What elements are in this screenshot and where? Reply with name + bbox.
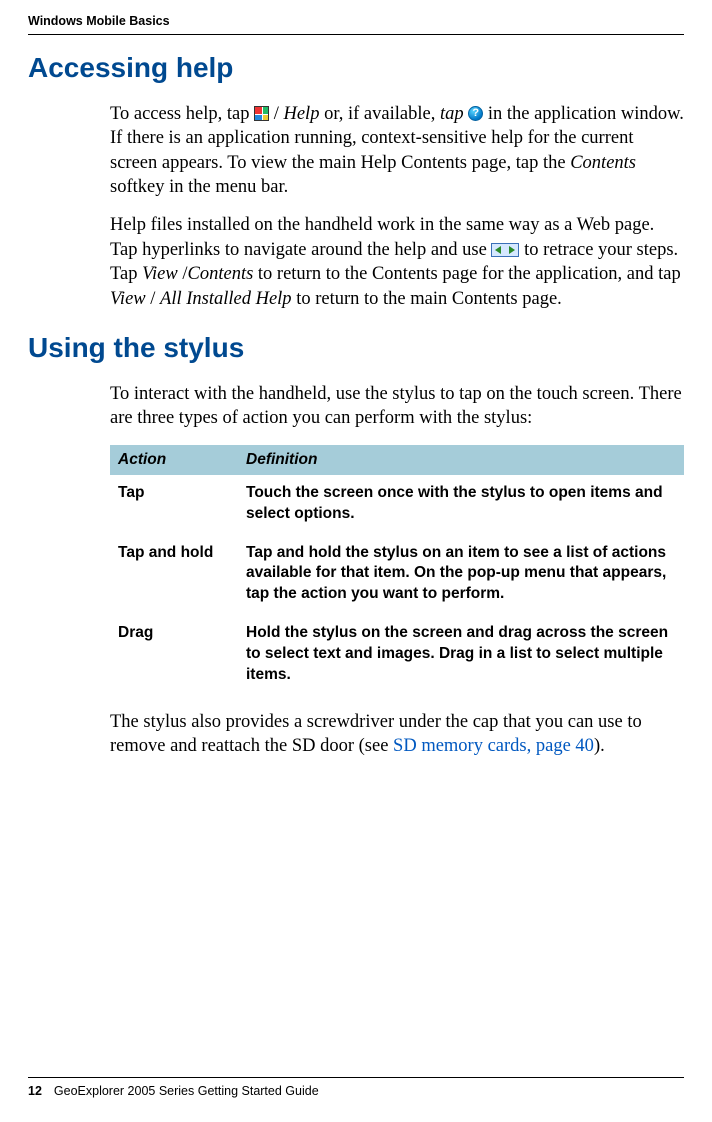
footer-line: 12 GeoExplorer 2005 Series Getting Starte… xyxy=(28,1084,684,1098)
col-header-definition: Definition xyxy=(238,445,684,475)
text-italic: View xyxy=(142,264,178,284)
page-footer: 12 GeoExplorer 2005 Series Getting Starte… xyxy=(28,1077,684,1098)
text: ). xyxy=(594,736,605,756)
cell-action: Drag xyxy=(110,615,238,696)
cell-definition: Tap and hold the stylus on an item to se… xyxy=(238,535,684,616)
text: or, if available, xyxy=(319,104,440,124)
link-sd-memory-cards[interactable]: SD memory cards, page 40 xyxy=(393,736,594,756)
text: To access help, tap xyxy=(110,104,254,124)
section-accessing-help-body: To access help, tap / Help or, if availa… xyxy=(110,102,684,311)
top-rule xyxy=(28,34,684,35)
para-2: Help files installed on the handheld wor… xyxy=(110,213,684,311)
table-row: Tap Touch the screen once with the stylu… xyxy=(110,475,684,535)
page: Windows Mobile Basics Accessing help To … xyxy=(0,0,712,1122)
section-using-stylus-body: To interact with the handheld, use the s… xyxy=(110,382,684,759)
text-italic: Contents xyxy=(570,153,636,173)
text-italic: tap xyxy=(440,104,464,124)
running-head: Windows Mobile Basics xyxy=(28,14,684,28)
footer-title: GeoExplorer 2005 Series Getting Started … xyxy=(54,1084,319,1098)
text: to return to the main Contents page. xyxy=(292,289,562,309)
para-3: To interact with the handheld, use the s… xyxy=(110,382,684,431)
text-italic: Contents xyxy=(188,264,254,284)
text: / xyxy=(146,289,160,309)
help-icon xyxy=(468,106,483,121)
text-italic: All Installed Help xyxy=(160,289,292,309)
text: to return to the Contents page for the a… xyxy=(253,264,680,284)
text: / xyxy=(178,264,188,284)
heading-accessing-help: Accessing help xyxy=(28,53,684,84)
text-italic: Help xyxy=(283,104,319,124)
back-forward-icon xyxy=(491,243,519,257)
table-row: Drag Hold the stylus on the screen and d… xyxy=(110,615,684,696)
actions-table: Action Definition Tap Touch the screen o… xyxy=(110,445,684,696)
table-row: Tap and hold Tap and hold the stylus on … xyxy=(110,535,684,616)
col-header-action: Action xyxy=(110,445,238,475)
heading-using-stylus: Using the stylus xyxy=(28,333,684,364)
para-4: The stylus also provides a screwdriver u… xyxy=(110,710,684,759)
table-header-row: Action Definition xyxy=(110,445,684,475)
para-1: To access help, tap / Help or, if availa… xyxy=(110,102,684,200)
cell-definition: Touch the screen once with the stylus to… xyxy=(238,475,684,535)
text-italic: View xyxy=(110,289,146,309)
cell-definition: Hold the stylus on the screen and drag a… xyxy=(238,615,684,696)
cell-action: Tap xyxy=(110,475,238,535)
text: / xyxy=(269,104,283,124)
page-number: 12 xyxy=(28,1084,42,1098)
start-menu-icon xyxy=(254,106,269,121)
footer-rule xyxy=(28,1077,684,1078)
text: softkey in the menu bar. xyxy=(110,177,288,197)
cell-action: Tap and hold xyxy=(110,535,238,616)
